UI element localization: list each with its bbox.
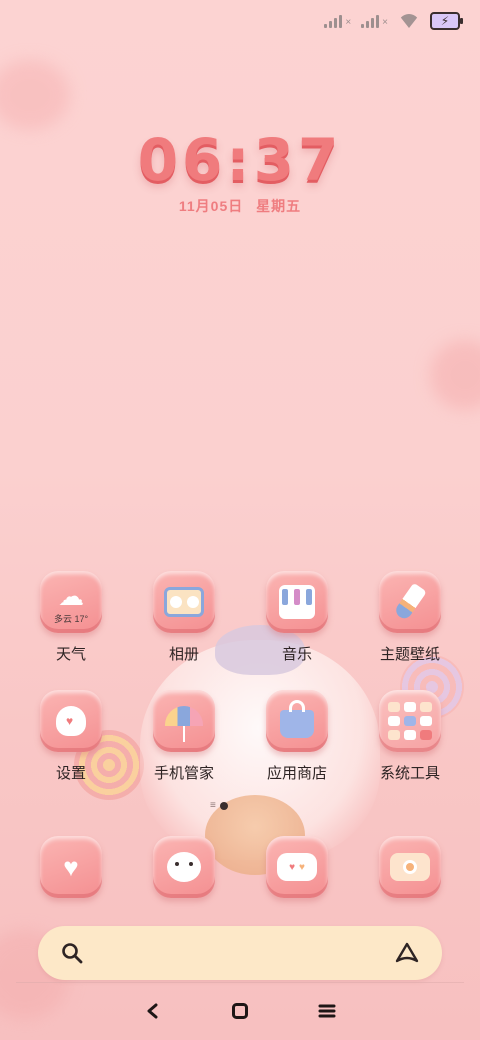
dock-phone[interactable]: ♥ [21, 836, 121, 898]
music-piano-icon [266, 571, 328, 633]
clock-time: 06:37 [137, 126, 343, 194]
dock-camera[interactable] [360, 836, 460, 898]
status-bar: × × ⚡ [324, 10, 463, 32]
clock-date-line: 11月05日 星期五 [0, 196, 480, 216]
dock-messages[interactable]: ♥ ♥ [247, 836, 347, 898]
app-system-tools[interactable]: 系统工具 [360, 690, 460, 783]
app-label: 主题壁纸 [379, 646, 440, 663]
page-indicator[interactable]: ≡ [210, 800, 228, 811]
system-tools-folder-icon [379, 690, 441, 752]
app-label: 音乐 [281, 646, 312, 663]
app-store-bag-icon [266, 690, 328, 752]
theme-paintbrush-icon [379, 571, 441, 633]
wifi-icon [398, 14, 420, 28]
home-icon [231, 1003, 248, 1019]
app-music[interactable]: 音乐 [247, 571, 347, 664]
messages-bubble-icon: ♥ ♥ [266, 836, 328, 898]
phone-heart-icon: ♥ [40, 836, 102, 898]
background-heart [430, 340, 480, 410]
battery-charging-icon: ⚡ [430, 12, 463, 30]
back-icon [147, 1003, 158, 1019]
settings-icon: ♥ [40, 690, 102, 752]
app-label: 手机管家 [153, 765, 214, 782]
background-heart [0, 60, 70, 130]
signal-no-service-icon: × [361, 14, 388, 28]
back-button[interactable] [138, 996, 168, 1026]
weather-badge-text: 多云 17° [53, 614, 89, 624]
app-settings[interactable]: ♥ 设置 [21, 690, 121, 783]
contacts-bear-icon [153, 836, 215, 898]
app-gallery[interactable]: 相册 [134, 571, 234, 664]
page-indicator-menu-icon: ≡ [210, 800, 216, 811]
home-button[interactable] [225, 996, 255, 1026]
app-label: 设置 [55, 765, 86, 782]
clock-widget[interactable]: 06:37 11月05日 星期五 [0, 126, 480, 216]
gallery-photos-icon [153, 571, 215, 633]
app-label: 天气 [55, 646, 86, 663]
assistant-triangle-icon[interactable] [394, 941, 420, 965]
app-store[interactable]: 应用商店 [247, 690, 347, 783]
navigation-bar [0, 996, 480, 1026]
recents-icon [318, 1004, 336, 1018]
clock-date: 11月05日 [178, 198, 244, 214]
dock-contacts[interactable] [134, 836, 234, 898]
search-icon[interactable] [60, 941, 84, 965]
search-bar[interactable] [38, 926, 442, 980]
app-label: 相册 [168, 646, 199, 663]
app-themes[interactable]: 主题壁纸 [360, 571, 460, 664]
page-indicator-dot [219, 801, 228, 810]
app-label: 应用商店 [266, 765, 327, 782]
signal-no-service-icon: × [324, 14, 351, 28]
app-label: 系统工具 [379, 765, 440, 782]
app-security[interactable]: 手机管家 [134, 690, 234, 783]
app-weather[interactable]: ☁ 多云 17° 天气 [21, 571, 121, 664]
clock-weekday: 星期五 [256, 198, 302, 214]
weather-cloud-icon: ☁ 多云 17° [40, 571, 102, 633]
camera-icon [379, 836, 441, 898]
nav-divider [16, 982, 464, 983]
recents-button[interactable] [312, 996, 342, 1026]
security-umbrella-icon [153, 690, 215, 752]
